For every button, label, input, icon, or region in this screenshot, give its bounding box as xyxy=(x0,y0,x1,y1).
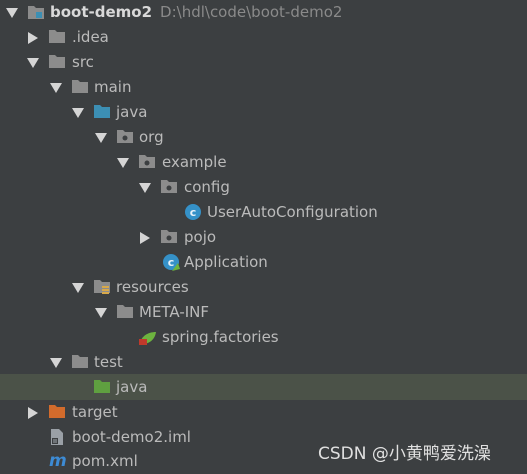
package-icon xyxy=(116,129,134,148)
expand-arrow-icon[interactable] xyxy=(95,133,107,143)
package-icon xyxy=(138,154,156,173)
tree-row-main-java[interactable]: java xyxy=(0,100,527,125)
tree-row-pojo[interactable]: pojo xyxy=(0,225,527,250)
idea-label: .idea xyxy=(72,28,109,46)
class-icon: c xyxy=(184,203,202,225)
tree-row-src[interactable]: src xyxy=(0,50,527,75)
tree-row-target[interactable]: target xyxy=(0,400,527,425)
package-icon xyxy=(160,229,178,248)
excluded-folder-icon xyxy=(48,404,66,423)
application-label: Application xyxy=(184,253,268,271)
package-icon xyxy=(160,179,178,198)
module-folder-icon xyxy=(27,4,45,24)
test-label: test xyxy=(94,353,123,371)
test-java-label: java xyxy=(116,378,148,396)
folder-icon xyxy=(116,304,134,323)
svg-text:c: c xyxy=(190,206,197,219)
spring-boot-class-icon: c xyxy=(162,253,181,276)
iml-file-icon xyxy=(49,428,65,450)
source-folder-icon xyxy=(93,104,111,123)
maven-icon: m xyxy=(48,451,68,473)
tree-row-main[interactable]: main xyxy=(0,75,527,100)
spring-factories-file-icon xyxy=(138,330,158,350)
tree-row-org[interactable]: org xyxy=(0,125,527,150)
tree-row-idea[interactable]: .idea xyxy=(0,25,527,50)
tree-row-spring-factories[interactable]: spring.factories xyxy=(0,325,527,350)
svg-text:m: m xyxy=(49,451,67,469)
expand-arrow-icon[interactable] xyxy=(27,58,39,68)
test-source-folder-icon xyxy=(93,379,111,398)
expand-arrow-icon[interactable] xyxy=(50,358,62,368)
pojo-label: pojo xyxy=(184,228,217,246)
tree-row-user-auto-configuration[interactable]: c UserAutoConfiguration xyxy=(0,200,527,225)
collapse-arrow-icon[interactable] xyxy=(28,407,38,419)
resources-label: resources xyxy=(116,278,189,296)
org-label: org xyxy=(139,128,164,146)
config-label: config xyxy=(184,178,230,196)
tree-row-test-java[interactable]: java xyxy=(0,374,527,400)
user-auto-configuration-label: UserAutoConfiguration xyxy=(207,203,378,221)
tree-row-test[interactable]: test xyxy=(0,350,527,375)
collapse-arrow-icon[interactable] xyxy=(140,232,150,244)
src-label: src xyxy=(72,53,94,71)
main-label: main xyxy=(94,78,132,96)
expand-arrow-icon[interactable] xyxy=(95,308,107,318)
collapse-arrow-icon[interactable] xyxy=(28,32,38,44)
root-path: D:\hdl\code\boot-demo2 xyxy=(160,3,343,21)
expand-arrow-icon[interactable] xyxy=(117,158,129,168)
folder-icon xyxy=(48,29,66,48)
example-label: example xyxy=(162,153,227,171)
tree-row-resources[interactable]: resources xyxy=(0,275,527,300)
spring-factories-label: spring.factories xyxy=(162,328,279,346)
java-label: java xyxy=(116,103,148,121)
tree-row-meta-inf[interactable]: META-INF xyxy=(0,300,527,325)
folder-icon xyxy=(71,354,89,373)
pom-label: pom.xml xyxy=(72,452,138,470)
folder-icon xyxy=(48,54,66,73)
watermark: CSDN @小黄鸭爱洗澡 xyxy=(318,444,491,464)
meta-inf-label: META-INF xyxy=(139,303,210,321)
root-label: boot-demo2 D:\hdl\code\boot-demo2 xyxy=(50,3,343,21)
tree-row-root[interactable]: boot-demo2 D:\hdl\code\boot-demo2 xyxy=(0,0,527,25)
expand-arrow-icon[interactable] xyxy=(50,83,62,93)
svg-text:c: c xyxy=(168,256,175,269)
iml-label: boot-demo2.iml xyxy=(72,428,191,446)
tree-row-example[interactable]: example xyxy=(0,150,527,175)
expand-arrow-icon[interactable] xyxy=(139,183,151,193)
tree-row-config[interactable]: config xyxy=(0,175,527,200)
expand-arrow-icon[interactable] xyxy=(72,108,84,118)
resources-folder-icon xyxy=(93,279,111,299)
tree-row-application[interactable]: c Application xyxy=(0,250,527,275)
expand-arrow-icon[interactable] xyxy=(6,8,18,18)
target-label: target xyxy=(72,403,118,421)
expand-arrow-icon[interactable] xyxy=(72,283,84,293)
folder-icon xyxy=(71,79,89,98)
